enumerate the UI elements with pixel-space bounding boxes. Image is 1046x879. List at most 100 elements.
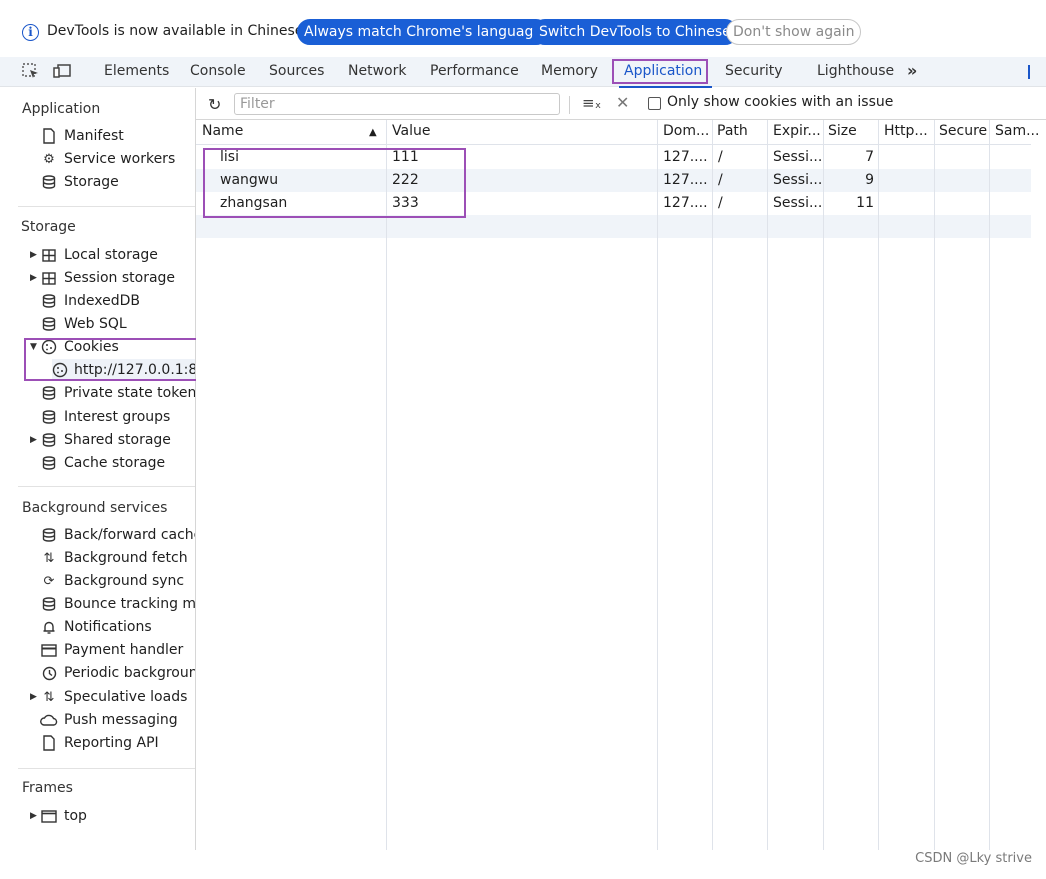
sidebar-item-label: Interest groups: [64, 409, 171, 425]
column-divider[interactable]: [823, 120, 824, 850]
watermark: CSDN @Lky strive: [915, 851, 1032, 866]
up-down-arrows-icon: ⇅: [43, 689, 55, 705]
database-icon: [40, 293, 58, 309]
sidebar-item-back-forward-cache[interactable]: Back/forward cache: [40, 524, 195, 546]
device-toolbar-icon[interactable]: [53, 63, 71, 79]
cell-path: /: [718, 149, 723, 165]
cell-expires: Sessi...: [773, 149, 823, 165]
tab-memory[interactable]: Memory: [541, 63, 598, 79]
sidebar-item-manifest[interactable]: Manifest: [40, 125, 124, 147]
tab-lighthouse[interactable]: Lighthouse: [817, 63, 894, 79]
section-storage: Storage: [21, 219, 76, 235]
refresh-icon[interactable]: ↻: [208, 95, 221, 114]
cookies-highlight-box: [24, 338, 199, 381]
cookie-filter-bar: ↻ ≡ₓ ✕ Only show cookies with an issue: [196, 88, 1046, 120]
sidebar-item-indexeddb[interactable]: IndexedDB: [40, 290, 140, 312]
sync-icon: ⟳: [43, 573, 55, 589]
cell-domain: 127....: [663, 149, 708, 165]
expand-arrow-icon[interactable]: ▶: [30, 692, 40, 702]
cell-domain: 127....: [663, 172, 708, 188]
bell-icon: [40, 619, 58, 635]
only-issues-checkbox[interactable]: [648, 97, 661, 110]
sidebar-item-reporting-api[interactable]: Reporting API: [40, 732, 159, 754]
column-divider[interactable]: [767, 120, 768, 850]
column-header-path[interactable]: Path: [717, 123, 748, 139]
column-divider[interactable]: [878, 120, 879, 850]
always-match-language-button[interactable]: Always match Chrome's language: [297, 19, 549, 45]
tab-elements[interactable]: Elements: [104, 63, 169, 79]
database-icon: [40, 174, 58, 190]
dont-show-again-button[interactable]: Don't show again: [726, 19, 862, 45]
column-divider[interactable]: [934, 120, 935, 850]
sidebar-item-session-storage[interactable]: ▶ Session storage: [30, 267, 175, 289]
table-icon: [40, 247, 58, 263]
sidebar-item-label: Shared storage: [64, 432, 171, 448]
sidebar-item-label: IndexedDB: [64, 293, 140, 309]
column-divider[interactable]: [712, 120, 713, 850]
sidebar-item-frame-top[interactable]: ▶ top: [30, 805, 87, 827]
sidebar-item-push-messaging[interactable]: Push messaging: [40, 709, 178, 731]
table-row-empty: [196, 215, 1031, 238]
inspect-element-icon[interactable]: [22, 63, 40, 79]
sidebar-item-storage[interactable]: Storage: [40, 171, 119, 193]
cell-domain: 127....: [663, 195, 708, 211]
sidebar-item-label: Payment handler: [64, 642, 184, 658]
sidebar-item-cache-storage[interactable]: Cache storage: [40, 452, 165, 474]
sidebar-item-shared-storage[interactable]: ▶ Shared storage: [30, 429, 171, 451]
sidebar-divider: [18, 768, 195, 769]
expand-arrow-icon[interactable]: ▶: [30, 435, 40, 445]
expand-arrow-icon[interactable]: ▶: [30, 250, 40, 260]
column-header-expires[interactable]: Expir...: [773, 123, 821, 139]
info-icon: i: [22, 24, 39, 41]
delete-selected-icon[interactable]: ✕: [616, 93, 629, 112]
tab-console[interactable]: Console: [190, 63, 246, 79]
sort-ascending-icon[interactable]: ▲: [369, 127, 377, 138]
column-header-samesite[interactable]: Sam...: [995, 123, 1039, 139]
tab-performance[interactable]: Performance: [430, 63, 519, 79]
column-header-httponly[interactable]: Http...: [884, 123, 928, 139]
sidebar-item-label: Background fetch: [64, 550, 188, 566]
sidebar-item-payment-handler[interactable]: Payment handler: [40, 639, 183, 661]
column-header-size[interactable]: Size: [828, 123, 857, 139]
section-frames: Frames: [22, 780, 73, 796]
sidebar-item-bounce-tracking[interactable]: Bounce tracking mi: [40, 593, 195, 615]
sidebar-item-local-storage[interactable]: ▶ Local storage: [30, 244, 158, 266]
sidebar-item-web-sql[interactable]: Web SQL: [40, 313, 127, 335]
sidebar-item-background-sync[interactable]: ⟳ Background sync: [40, 570, 185, 592]
column-header-name[interactable]: Name: [202, 123, 243, 139]
sidebar-item-notifications[interactable]: Notifications: [40, 616, 152, 638]
sidebar-item-private-state-tokens[interactable]: Private state tokens: [40, 382, 195, 404]
sidebar-item-label: Push messaging: [64, 712, 178, 728]
sidebar-item-label: Reporting API: [64, 735, 159, 751]
filter-input[interactable]: [234, 93, 560, 115]
cookie-rows-highlight-box: [203, 148, 466, 218]
more-tabs-chevron-icon[interactable]: »: [907, 61, 917, 80]
column-header-value[interactable]: Value: [392, 123, 430, 139]
sidebar-item-speculative-loads[interactable]: ▶ ⇅ Speculative loads: [30, 686, 187, 708]
column-header-secure[interactable]: Secure: [939, 123, 987, 139]
sidebar-item-label: Periodic backgroun: [64, 665, 196, 681]
switch-to-chinese-button[interactable]: Switch DevTools to Chinese: [532, 19, 738, 45]
tab-network[interactable]: Network: [348, 63, 406, 79]
cell-expires: Sessi...: [773, 195, 823, 211]
sidebar-item-periodic-background[interactable]: Periodic backgroun: [40, 662, 196, 684]
up-down-arrows-icon: ⇅: [43, 550, 55, 566]
sidebar-item-service-workers[interactable]: ⚙ Service workers: [40, 148, 175, 170]
sidebar-item-label: Service workers: [64, 151, 176, 167]
sidebar-item-label: Session storage: [64, 270, 176, 286]
tab-sources[interactable]: Sources: [269, 63, 324, 79]
column-divider[interactable]: [657, 120, 658, 850]
devtools-tab-bar: Elements Console Sources Network Perform…: [0, 57, 1046, 87]
tab-security[interactable]: Security: [725, 63, 783, 79]
sidebar-item-interest-groups[interactable]: Interest groups: [40, 406, 170, 428]
sidebar-item-background-fetch[interactable]: ⇅ Background fetch: [40, 547, 188, 569]
column-divider[interactable]: [989, 120, 990, 850]
expand-arrow-icon[interactable]: ▶: [30, 273, 40, 283]
column-header-domain[interactable]: Dom...: [663, 123, 709, 139]
column-divider[interactable]: [386, 120, 387, 850]
clear-all-cookies-icon[interactable]: ≡ₓ: [582, 94, 601, 112]
sidebar-item-label: Local storage: [64, 247, 158, 263]
section-application: Application: [22, 101, 101, 117]
expand-arrow-icon[interactable]: ▶: [30, 811, 40, 821]
gears-icon: ⚙: [43, 151, 55, 167]
